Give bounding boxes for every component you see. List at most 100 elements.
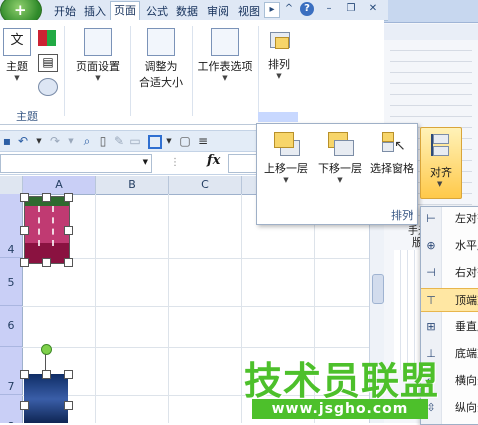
quick-access-toolbar: ▪ ↶ ▼ ↷ ▼ ⌕ ▯ ✎ ▭ ▼ ▢ ≡ <box>0 130 256 152</box>
row-header-7[interactable]: 7 <box>0 347 22 395</box>
theme-colors-icon[interactable] <box>38 30 56 46</box>
align-label: 对齐 <box>430 166 452 179</box>
rotation-handle[interactable] <box>41 344 52 355</box>
row-header-6[interactable]: 6 <box>0 306 22 347</box>
resize-handle[interactable] <box>64 401 73 410</box>
resize-handle[interactable] <box>20 193 29 202</box>
resize-handle[interactable] <box>42 258 51 267</box>
scale-to-fit-icon <box>147 28 175 56</box>
themes-button[interactable]: 文 主题 ▼ <box>2 28 32 82</box>
tab-home[interactable]: 开始 <box>50 2 80 21</box>
resize-handle[interactable] <box>64 258 73 267</box>
help-icon[interactable]: ? <box>300 2 314 16</box>
theme-fonts-icon[interactable]: ▤ <box>38 54 58 72</box>
scale-to-fit-button[interactable]: 调整为 合适大小 <box>134 28 188 90</box>
shape-icon[interactable]: ▢ <box>178 134 192 148</box>
scrollbar-thumb[interactable] <box>372 274 384 304</box>
dialog-launcher-icon[interactable]: ↘ <box>407 208 414 217</box>
select-all-corner[interactable] <box>0 176 23 194</box>
border-icon[interactable] <box>148 135 162 149</box>
tab-page-layout[interactable]: 页面 <box>110 1 140 22</box>
customize-toolbar-icon[interactable]: ≡ <box>196 134 210 148</box>
arrange-group-highlight <box>258 112 298 122</box>
gridline <box>95 194 96 423</box>
resize-handle[interactable] <box>20 258 29 267</box>
print-preview-icon[interactable]: ⌕ <box>80 134 94 148</box>
resize-handle[interactable] <box>20 401 29 410</box>
name-box[interactable]: ▼ <box>0 154 152 173</box>
insert-function-button[interactable]: fx <box>207 153 220 168</box>
picture-landscape[interactable] <box>24 374 68 423</box>
minimize-icon[interactable]: – <box>322 2 336 16</box>
border-dropdown-icon[interactable]: ▼ <box>162 134 176 148</box>
name-box-dropdown-icon[interactable]: ▼ <box>143 158 148 166</box>
menu-item-align-top[interactable]: ⊤ 顶端对齐 <box>421 288 478 312</box>
selection-pane-label: 选择窗格 <box>370 162 414 175</box>
resize-handle[interactable] <box>20 226 29 235</box>
column-header-a[interactable]: A <box>23 176 96 194</box>
selection-pane-button[interactable]: ↖ 选择窗格 <box>367 130 417 176</box>
paste-icon[interactable]: ▭ <box>128 134 142 148</box>
formula-bar: ▼ ⋮ fx <box>0 152 257 175</box>
tab-insert[interactable]: 插入 <box>80 2 110 21</box>
send-backward-label: 下移一层 <box>318 162 362 175</box>
format-painter-icon[interactable]: ✎ <box>112 134 126 148</box>
watermark-url: www.jsgho.com <box>252 399 428 419</box>
collapse-ribbon-icon[interactable]: ^ <box>282 2 296 16</box>
save-icon[interactable]: ▪ <box>0 134 14 148</box>
dropdown-arrow-icon: ▼ <box>95 74 101 82</box>
office-logo-icon: + <box>14 1 27 19</box>
formula-bar-separator-icon: ⋮ <box>170 157 180 168</box>
column-header-b[interactable]: B <box>96 176 169 194</box>
row-header-4[interactable]: 4 <box>0 194 22 258</box>
new-document-icon[interactable]: ▯ <box>96 134 110 148</box>
close-icon[interactable]: ✕ <box>366 2 380 16</box>
column-header-c[interactable]: C <box>169 176 242 194</box>
sheet-options-button[interactable]: 工作表选项 ▼ <box>194 28 256 82</box>
row-header-5[interactable]: 5 <box>0 258 22 306</box>
menu-item-label: 垂直居中 <box>455 320 478 333</box>
menu-item-label: 左对齐 <box>455 212 478 225</box>
themes-icon: 文 <box>3 28 31 56</box>
resize-handle[interactable] <box>42 193 51 202</box>
send-backward-button[interactable]: 下移一层 ▼ <box>315 130 365 184</box>
align-top-icon: ⊤ <box>426 294 436 307</box>
menu-item-align-middle[interactable]: ⊞ 垂直居中 <box>421 315 478 339</box>
tab-review[interactable]: 审阅 <box>203 2 233 21</box>
undo-dropdown-icon[interactable]: ▼ <box>32 134 46 148</box>
arrange-dropdown-panel: 上移一层 ▼ 下移一层 ▼ ↖ 选择窗格 排列 ↘ <box>256 123 418 225</box>
dropdown-arrow-icon: ▼ <box>14 74 20 82</box>
resize-handle[interactable] <box>64 226 73 235</box>
resize-handle[interactable] <box>42 370 51 379</box>
align-button[interactable]: 对齐 ▼ <box>420 127 462 199</box>
tab-formulas[interactable]: 公式 <box>142 2 172 21</box>
group-separator <box>258 26 259 116</box>
menu-item-align-right[interactable]: ⊣ 右对齐 <box>421 261 478 285</box>
gridline <box>22 258 384 259</box>
formula-input[interactable] <box>228 154 257 173</box>
watermark: 技术员联盟 www.jsgho.com <box>222 350 478 423</box>
theme-effects-icon[interactable] <box>38 78 58 96</box>
group-separator <box>64 26 65 116</box>
ribbon-tab-bar: 开始 插入 页面 公式 数据 审阅 视图 ▸ ^ ? – ❐ ✕ <box>0 0 388 22</box>
undo-icon[interactable]: ↶ <box>16 134 30 148</box>
page-setup-label: 页面设置 <box>76 60 120 73</box>
background-stripe <box>384 24 478 40</box>
row-header-8[interactable]: 8 <box>0 395 22 423</box>
redo-icon[interactable]: ↷ <box>48 134 62 148</box>
resize-handle[interactable] <box>64 193 73 202</box>
tab-view[interactable]: 视图 <box>234 2 264 21</box>
page-setup-button[interactable]: 页面设置 ▼ <box>70 28 126 82</box>
scale-to-fit-label-2: 合适大小 <box>139 76 183 89</box>
resize-handle[interactable] <box>20 370 29 379</box>
tab-scroll-right-icon[interactable]: ▸ <box>264 2 280 18</box>
resize-handle[interactable] <box>64 370 73 379</box>
restore-icon[interactable]: ❐ <box>344 2 358 16</box>
arrange-button[interactable]: 排列 ▼ <box>262 28 296 80</box>
bring-forward-button[interactable]: 上移一层 ▼ <box>261 130 311 184</box>
menu-item-align-left[interactable]: ⊢ 左对齐 <box>421 207 478 231</box>
menu-item-align-center[interactable]: ⊕ 水平居中 <box>421 234 478 258</box>
tab-data[interactable]: 数据 <box>172 2 202 21</box>
ribbon-page-layout: 文 主题 ▼ ▤ 主题 页面设置 ▼ 调整为 合适大小 工作表选项 ▼ 排列 ▼ <box>0 20 384 125</box>
redo-dropdown-icon[interactable]: ▼ <box>64 134 78 148</box>
